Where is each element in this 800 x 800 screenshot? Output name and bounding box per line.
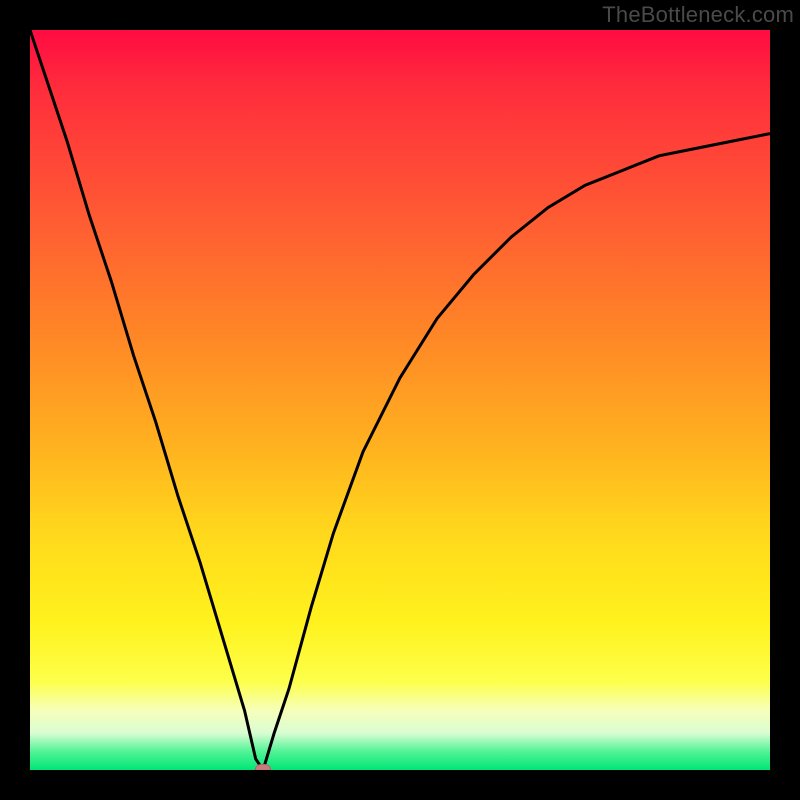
chart-frame: TheBottleneck.com xyxy=(0,0,800,800)
plot-area xyxy=(30,30,770,770)
watermark-label: TheBottleneck.com xyxy=(602,2,794,28)
curve-svg xyxy=(30,30,770,770)
minimum-marker xyxy=(255,764,271,770)
bottleneck-curve xyxy=(30,30,770,770)
